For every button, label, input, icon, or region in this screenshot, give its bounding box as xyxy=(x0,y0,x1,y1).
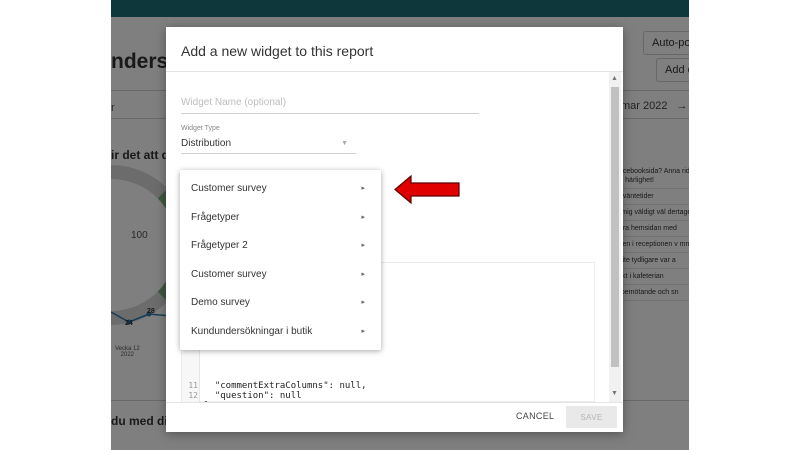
menu-item-survey[interactable]: Frågetyper 2 ▸ xyxy=(180,232,381,260)
menu-item-label: Frågetyper 2 xyxy=(191,240,248,251)
scroll-down-icon[interactable]: ▼ xyxy=(611,390,618,397)
menu-item-survey[interactable]: Demo survey ▸ xyxy=(180,289,381,317)
widget-type-label: Widget Type xyxy=(181,125,220,132)
submenu-arrow-icon: ▸ xyxy=(361,271,365,278)
save-button[interactable]: SAVE xyxy=(566,406,617,428)
cancel-button[interactable]: CANCEL xyxy=(516,411,554,421)
menu-item-label: Kundundersökningar i butik xyxy=(191,326,313,337)
submenu-arrow-icon: ▸ xyxy=(361,299,365,306)
modal-header: Add a new widget to this report xyxy=(166,27,623,72)
modal-footer: CANCEL SAVE xyxy=(166,402,623,432)
caret-down-icon: ▼ xyxy=(341,140,348,147)
code-line: "commentExtraColumns": null, xyxy=(204,381,367,391)
widget-type-value: Distribution xyxy=(181,138,232,149)
menu-item-label: Customer survey xyxy=(191,269,267,280)
submenu-arrow-icon: ▸ xyxy=(361,185,365,192)
scroll-up-icon[interactable]: ▲ xyxy=(611,75,618,82)
line-number: 11 xyxy=(188,381,198,390)
menu-item-survey[interactable]: Frågetyper ▸ xyxy=(180,204,381,232)
widget-type-select[interactable]: Distribution ▼ xyxy=(181,136,356,154)
submenu-arrow-icon: ▸ xyxy=(361,214,365,221)
menu-item-label: Frågetyper xyxy=(191,212,240,223)
menu-item-label: Customer survey xyxy=(191,183,267,194)
menu-item-survey[interactable]: Customer survey ▸ xyxy=(180,175,381,203)
code-line: "question": null xyxy=(204,391,302,401)
red-arrow-annotation-icon xyxy=(394,174,460,205)
menu-item-survey[interactable]: Customer survey ▸ xyxy=(180,261,381,289)
survey-dropdown-menu: Customer survey ▸ Frågetyper ▸ Frågetype… xyxy=(180,170,381,350)
modal-scrollbar[interactable]: ▲ ▼ xyxy=(609,72,621,402)
widget-name-input[interactable]: Widget Name (optional) xyxy=(181,94,479,114)
menu-item-survey[interactable]: Kundundersökningar i butik ▸ xyxy=(180,318,381,346)
submenu-arrow-icon: ▸ xyxy=(361,328,365,335)
scroll-thumb[interactable] xyxy=(611,87,619,367)
menu-item-label: Demo survey xyxy=(191,297,250,308)
submenu-arrow-icon: ▸ xyxy=(361,242,365,249)
modal-title: Add a new widget to this report xyxy=(181,43,374,59)
line-number: 12 xyxy=(188,391,198,400)
